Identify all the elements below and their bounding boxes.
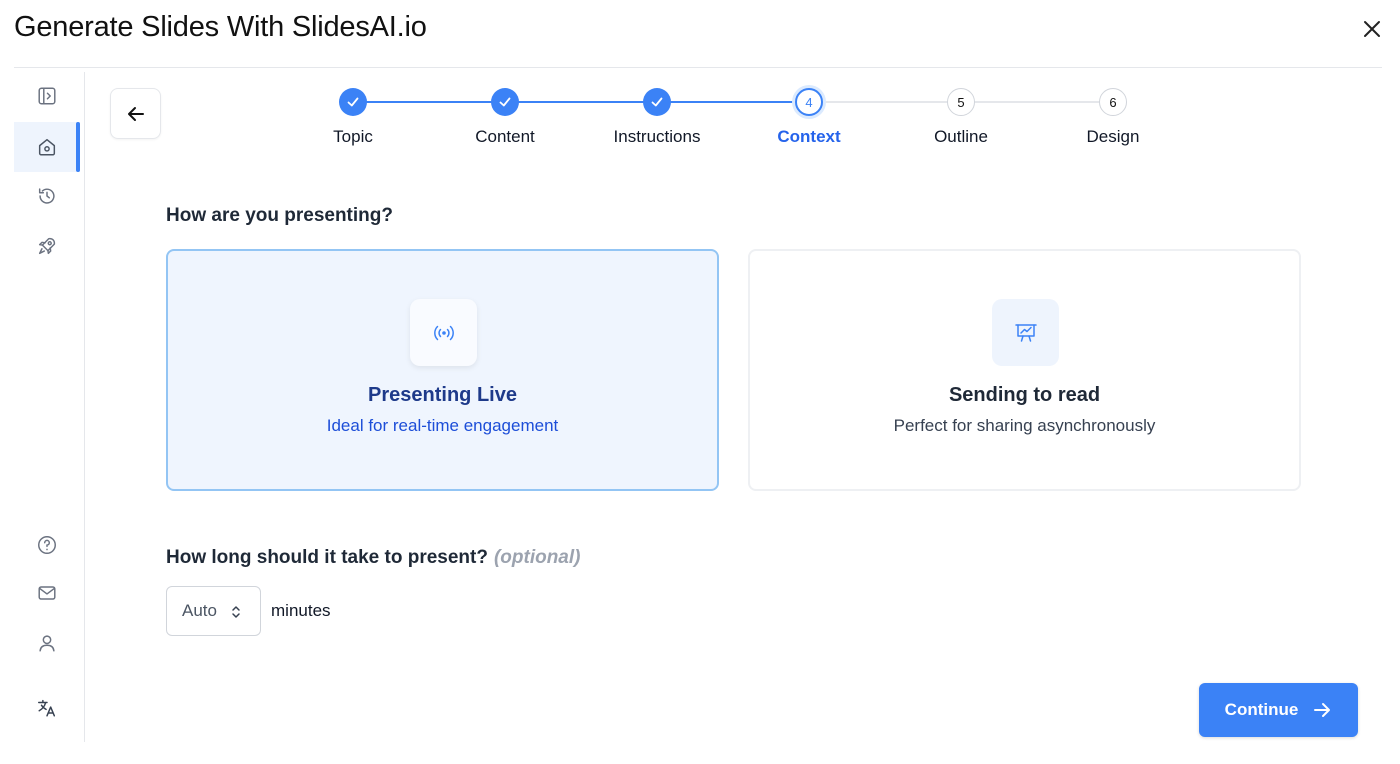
header-divider (14, 67, 1382, 68)
help-circle-icon (38, 536, 56, 554)
step-label-topic[interactable]: Topic (283, 127, 423, 147)
duration-value: Auto (182, 601, 217, 620)
step-6-indicator[interactable]: 6 (1099, 88, 1127, 116)
sidebar-item-toggle[interactable] (14, 72, 80, 120)
option-card-sending-to-read[interactable]: Sending to read Perfect for sharing asyn… (748, 249, 1301, 491)
back-button[interactable] (110, 88, 161, 139)
spinner-arrows-icon[interactable] (229, 602, 243, 622)
optional-label: (optional) (493, 547, 581, 568)
sidebar-item-history[interactable] (14, 172, 80, 220)
panel-toggle-icon (38, 87, 56, 105)
step-2-indicator[interactable] (491, 88, 519, 116)
home-icon (38, 138, 56, 156)
sidebar-item-launch[interactable] (14, 222, 80, 270)
option-icon-box (410, 299, 477, 366)
duration-question-text: How long should it take to present? (166, 547, 488, 568)
sidebar-item-language[interactable] (14, 684, 80, 732)
step-4-indicator[interactable]: 4 (795, 88, 823, 116)
option-subtitle: Perfect for sharing asynchronously (893, 416, 1156, 435)
check-icon (651, 97, 663, 107)
dialog-title: Generate Slides With SlidesAI.io (14, 11, 427, 43)
user-icon (39, 635, 55, 652)
check-icon (347, 97, 359, 107)
option-title: Sending to read (948, 384, 1101, 406)
rocket-icon (38, 237, 56, 255)
sidebar (14, 72, 84, 742)
sidebar-item-mail[interactable] (14, 569, 80, 617)
step-label-content[interactable]: Content (435, 127, 575, 147)
step-label-design[interactable]: Design (1043, 127, 1183, 147)
sidebar-item-help[interactable] (14, 521, 80, 569)
check-icon (499, 97, 511, 107)
mail-icon (38, 586, 56, 600)
arrow-right-icon (1314, 703, 1331, 717)
sidebar-divider (84, 72, 85, 742)
step-3-indicator[interactable] (643, 88, 671, 116)
close-button[interactable] (1358, 15, 1386, 43)
option-title: Presenting Live (368, 384, 517, 406)
sidebar-item-account[interactable] (14, 619, 80, 667)
duration-unit: minutes (271, 601, 331, 620)
step-label-context[interactable]: Context (739, 127, 879, 147)
title-bar: Generate Slides With SlidesAI.io (0, 0, 1400, 68)
translate-icon (38, 699, 56, 717)
duration-stepper[interactable]: Auto (166, 586, 261, 636)
broadcast-icon (433, 325, 454, 340)
step-1-indicator[interactable] (339, 88, 367, 116)
presentation-chart-icon (1014, 323, 1037, 342)
arrow-left-icon (127, 106, 144, 121)
option-subtitle: Ideal for real-time engagement (326, 416, 559, 435)
duration-question: How long should it take to present? (opti… (166, 547, 580, 569)
option-icon-box (992, 299, 1059, 366)
presenting-question: How are you presenting? (166, 205, 393, 226)
step-label-instructions[interactable]: Instructions (587, 127, 727, 147)
close-icon (1364, 21, 1380, 37)
continue-label: Continue (1224, 700, 1299, 719)
continue-button[interactable]: Continue (1199, 683, 1358, 737)
step-label-outline[interactable]: Outline (891, 127, 1031, 147)
stepper-progress-line (353, 101, 809, 103)
sidebar-item-home[interactable] (14, 122, 80, 172)
history-icon (38, 188, 55, 204)
option-card-presenting-live[interactable]: Presenting Live Ideal for real-time enga… (166, 249, 719, 491)
step-5-indicator[interactable]: 5 (947, 88, 975, 116)
active-indicator (76, 122, 80, 172)
